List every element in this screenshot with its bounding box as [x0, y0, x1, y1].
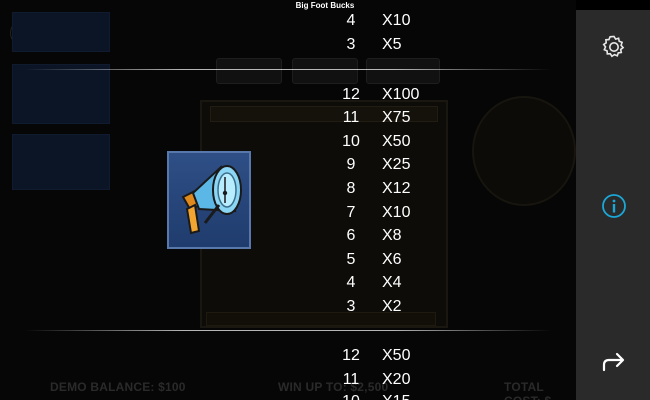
- return-arrow-icon: [602, 352, 625, 372]
- info-icon: [602, 194, 626, 218]
- match-count: 12: [342, 347, 360, 364]
- match-count: 7: [346, 204, 356, 221]
- match-count: 3: [346, 36, 356, 53]
- back-button[interactable]: [598, 346, 630, 378]
- match-count: 6: [346, 227, 356, 244]
- prize-multiplier: X12: [382, 180, 411, 197]
- prize-multiplier: X10: [382, 204, 411, 221]
- paytable-row: 4 X4: [340, 272, 460, 294]
- match-count: 4: [346, 12, 356, 29]
- prize-multiplier: X50: [382, 133, 411, 150]
- prize-multiplier: X100: [382, 86, 420, 103]
- prize-multiplier: X8: [382, 227, 402, 244]
- paytable-row: 12 X50: [340, 345, 460, 367]
- paytable-row: 8 X12: [340, 178, 460, 200]
- match-count: 8: [346, 180, 356, 197]
- paytable-row: 6 X8: [340, 225, 460, 247]
- paytable-row: 11 X75: [340, 107, 460, 129]
- paytable-row: 5 X6: [340, 249, 460, 271]
- paytable-row: 11 X20: [340, 369, 460, 391]
- paytable-row: 10 X50: [340, 131, 460, 153]
- gear-icon: [602, 35, 625, 58]
- match-count: 10: [342, 133, 360, 150]
- prize-multiplier: X25: [382, 156, 411, 173]
- match-count: 4: [346, 274, 356, 291]
- paytable-row: 10 X15: [340, 391, 460, 400]
- prize-multiplier: X20: [382, 371, 411, 388]
- paytable-row: 12 X100: [340, 84, 460, 106]
- settings-button[interactable]: [598, 31, 630, 63]
- paytable-row: 9 X25: [340, 154, 460, 176]
- paytable-row: 4 X10: [340, 10, 460, 32]
- symbol-tile: [167, 151, 251, 249]
- match-count: 11: [342, 109, 360, 126]
- match-count: 3: [346, 298, 356, 315]
- paytable-overlay: 4 X10 3 X5 12 X100 11 X75 10 X50 9 X25 8…: [0, 0, 576, 400]
- prize-multiplier: X2: [382, 298, 402, 315]
- prize-multiplier: X75: [382, 109, 411, 126]
- prize-multiplier: X50: [382, 347, 411, 364]
- match-count: 11: [342, 371, 360, 388]
- match-count: 5: [346, 251, 356, 268]
- prize-multiplier: X15: [382, 391, 410, 400]
- prize-multiplier: X5: [382, 36, 402, 53]
- prize-multiplier: X4: [382, 274, 402, 291]
- paytable-row: 3 X2: [340, 296, 460, 318]
- sidebar: [576, 10, 650, 400]
- info-button[interactable]: [598, 190, 630, 222]
- paytable-row: 3 X5: [340, 34, 460, 56]
- match-count: 12: [342, 86, 360, 103]
- section-divider: [24, 69, 552, 70]
- paytable-row: 7 X10: [340, 202, 460, 224]
- section-divider: [24, 330, 552, 331]
- megaphone-icon: [181, 165, 242, 235]
- prize-multiplier: X6: [382, 251, 402, 268]
- match-count: 9: [346, 156, 356, 173]
- match-count: 10: [340, 391, 362, 400]
- prize-multiplier: X10: [382, 12, 411, 29]
